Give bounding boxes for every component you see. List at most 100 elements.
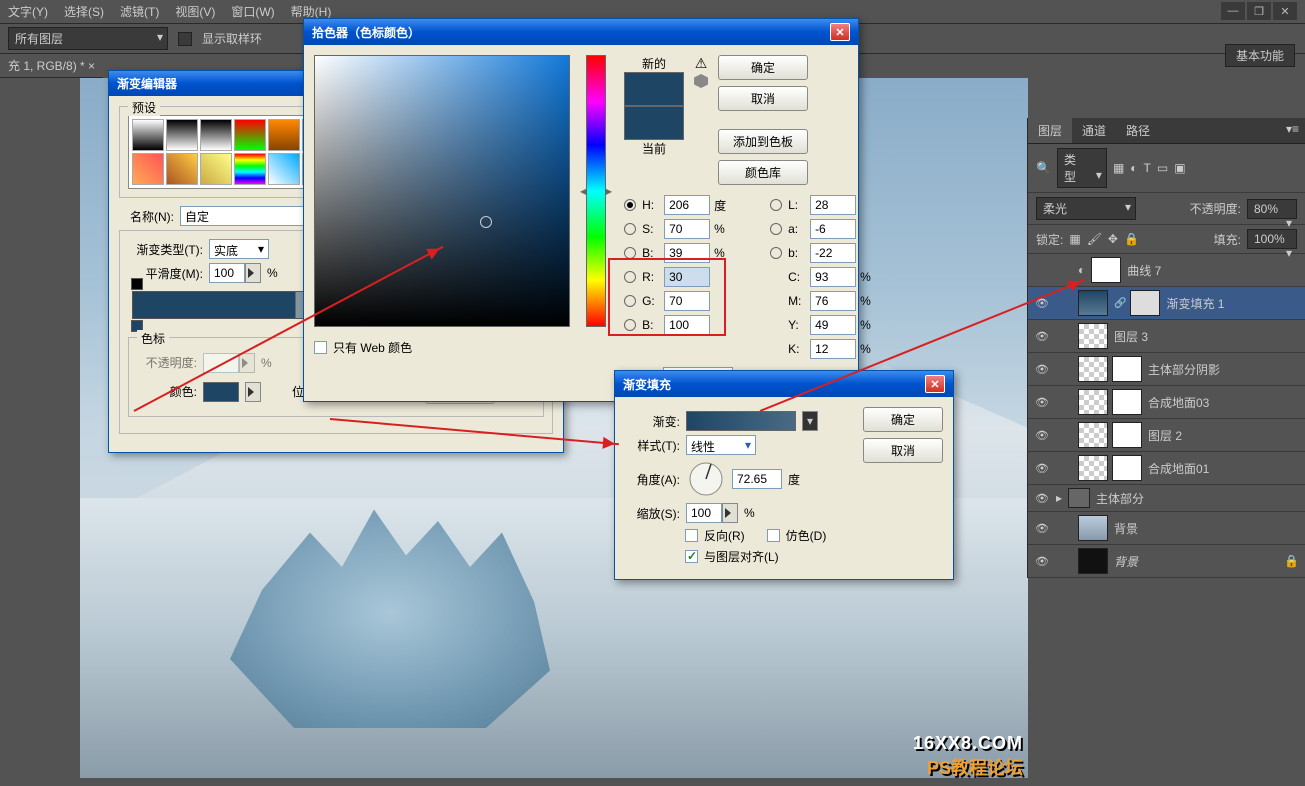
align-checkbox[interactable] [685,550,698,563]
gradient-dropdown-icon[interactable]: ▾ [802,411,818,431]
presets-label: 预设 [128,99,160,116]
kind-select[interactable]: 类型 [1057,148,1107,188]
eye-icon[interactable]: 👁 [1034,520,1050,536]
lock-paint-icon[interactable]: 🖌 [1087,232,1102,246]
filter-pixel-icon[interactable]: ▦ [1113,161,1124,175]
cancel-button[interactable]: 取消 [863,438,943,463]
tab-layers[interactable]: 图层 [1028,118,1072,143]
lock-all-icon[interactable]: 🔒 [1124,232,1139,246]
color-library-button[interactable]: 颜色库 [718,160,808,185]
close-button[interactable]: ✕ [1273,2,1297,20]
color-picker-circle[interactable] [480,216,492,228]
filter-type-icon[interactable]: T [1144,161,1151,175]
fill-input[interactable]: 100% [1247,229,1297,249]
opacity-input[interactable]: 80% [1247,199,1297,219]
eye-icon[interactable]: 👁 [1034,490,1050,506]
menu-text[interactable]: 文字(Y) [8,3,48,20]
eye-icon[interactable]: 👁 [1034,328,1050,344]
minimize-button[interactable]: — [1221,2,1245,20]
l-radio[interactable] [770,199,782,211]
opacity-stop[interactable] [131,278,143,290]
new-color-swatch[interactable] [624,72,684,106]
eye-icon[interactable]: 👁 [1034,553,1050,569]
cancel-button[interactable]: 取消 [718,86,808,111]
c-input[interactable] [810,267,856,287]
layer-row[interactable]: 👁▸主体部分 [1028,485,1305,512]
layer-row[interactable]: 👁图层 2 [1028,419,1305,452]
filter-shape-icon[interactable]: ▭ [1157,161,1168,175]
layer-row[interactable]: 👁🔗渐变填充 1 [1028,287,1305,320]
color-picker-titlebar[interactable]: 拾色器（色标颜色） ✕ [304,19,858,45]
layer-row[interactable]: 👁主体部分阴影 [1028,353,1305,386]
ok-button[interactable]: 确定 [718,55,808,80]
style-select[interactable]: 线性▾ [686,435,756,455]
menu-select[interactable]: 选择(S) [64,3,104,20]
all-layers-dropdown[interactable]: 所有图层 [8,27,168,50]
smooth-input[interactable] [209,263,261,283]
ok-button[interactable]: 确定 [863,407,943,432]
gradient-fill-titlebar[interactable]: 渐变填充 ✕ [615,371,953,397]
h-radio[interactable] [624,199,636,211]
dither-checkbox[interactable] [767,529,780,542]
color-swatch[interactable] [203,382,239,402]
layer-row[interactable]: 👁图层 3 [1028,320,1305,353]
panel-menu-icon[interactable]: ▾≡ [1280,118,1305,143]
rgb-highlight [608,258,726,336]
angle-dial[interactable] [686,459,726,499]
reverse-checkbox[interactable] [685,529,698,542]
eye-icon[interactable]: 👁 [1034,460,1050,476]
gradient-fill-title: 渐变填充 [623,376,671,393]
maximize-button[interactable]: ❐ [1247,2,1271,20]
l-input[interactable] [810,195,856,215]
filter-adjust-icon[interactable]: ◐ [1130,161,1137,175]
workspace-basic-button[interactable]: 基本功能 [1225,44,1295,67]
layer-list: ◐曲线 7 👁🔗渐变填充 1 👁图层 3 👁主体部分阴影 👁合成地面03 👁图层… [1028,254,1305,578]
tab-paths[interactable]: 路径 [1116,118,1160,143]
y-input[interactable] [810,315,856,335]
lock-position-icon[interactable]: ✥ [1108,232,1118,246]
a-radio[interactable] [770,223,782,235]
a-input[interactable] [810,219,856,239]
angle-input[interactable] [732,469,782,489]
document-tab[interactable]: 充 1, RGB/8) * × [0,54,103,78]
eye-icon[interactable]: 👁 [1034,361,1050,377]
layer-row[interactable]: 👁背景 [1028,512,1305,545]
layer-row[interactable]: 👁合成地面01 [1028,452,1305,485]
h-input[interactable] [664,195,710,215]
lock-pixels-icon[interactable]: ▦ [1069,232,1080,246]
lab-b-input[interactable] [810,243,856,263]
blend-mode-select[interactable]: 柔光 [1036,197,1136,220]
menu-filter[interactable]: 滤镜(T) [120,3,159,20]
eye-icon[interactable]: 👁 [1034,394,1050,410]
scale-input[interactable] [686,503,738,523]
window-controls: — ❐ ✕ [1221,2,1297,20]
filter-smart-icon[interactable]: ▣ [1174,161,1185,175]
menu-view[interactable]: 视图(V) [175,3,215,20]
current-color-swatch[interactable] [624,106,684,140]
close-icon[interactable]: ✕ [925,375,945,393]
tab-channels[interactable]: 通道 [1072,118,1116,143]
lab-b-radio[interactable] [770,247,782,259]
s-radio[interactable] [624,223,636,235]
s-input[interactable] [664,219,710,239]
show-sample-ring-checkbox[interactable] [178,32,192,46]
panel-tabs: 图层 通道 路径 ▾≡ [1028,118,1305,144]
add-swatch-button[interactable]: 添加到色板 [718,129,808,154]
color-field[interactable] [314,55,570,327]
type-label: 渐变类型(T): [128,241,203,258]
type-select[interactable]: 实底▾ [209,239,269,259]
k-input[interactable] [810,339,856,359]
m-input[interactable] [810,291,856,311]
hue-slider[interactable] [586,55,606,327]
eye-icon[interactable]: 👁 [1034,427,1050,443]
chevron-right-icon[interactable]: ▸ [1056,491,1062,505]
show-sample-ring-label: 显示取样环 [202,30,262,47]
menu-window[interactable]: 窗口(W) [231,3,274,20]
web-only-checkbox[interactable] [314,341,327,354]
gradient-preview[interactable] [686,411,796,431]
color-dropdown-icon[interactable] [245,382,261,402]
layer-row[interactable]: 👁背景🔒 [1028,545,1305,578]
cube-icon[interactable] [694,74,708,88]
layer-row[interactable]: 👁合成地面03 [1028,386,1305,419]
close-icon[interactable]: ✕ [830,23,850,41]
